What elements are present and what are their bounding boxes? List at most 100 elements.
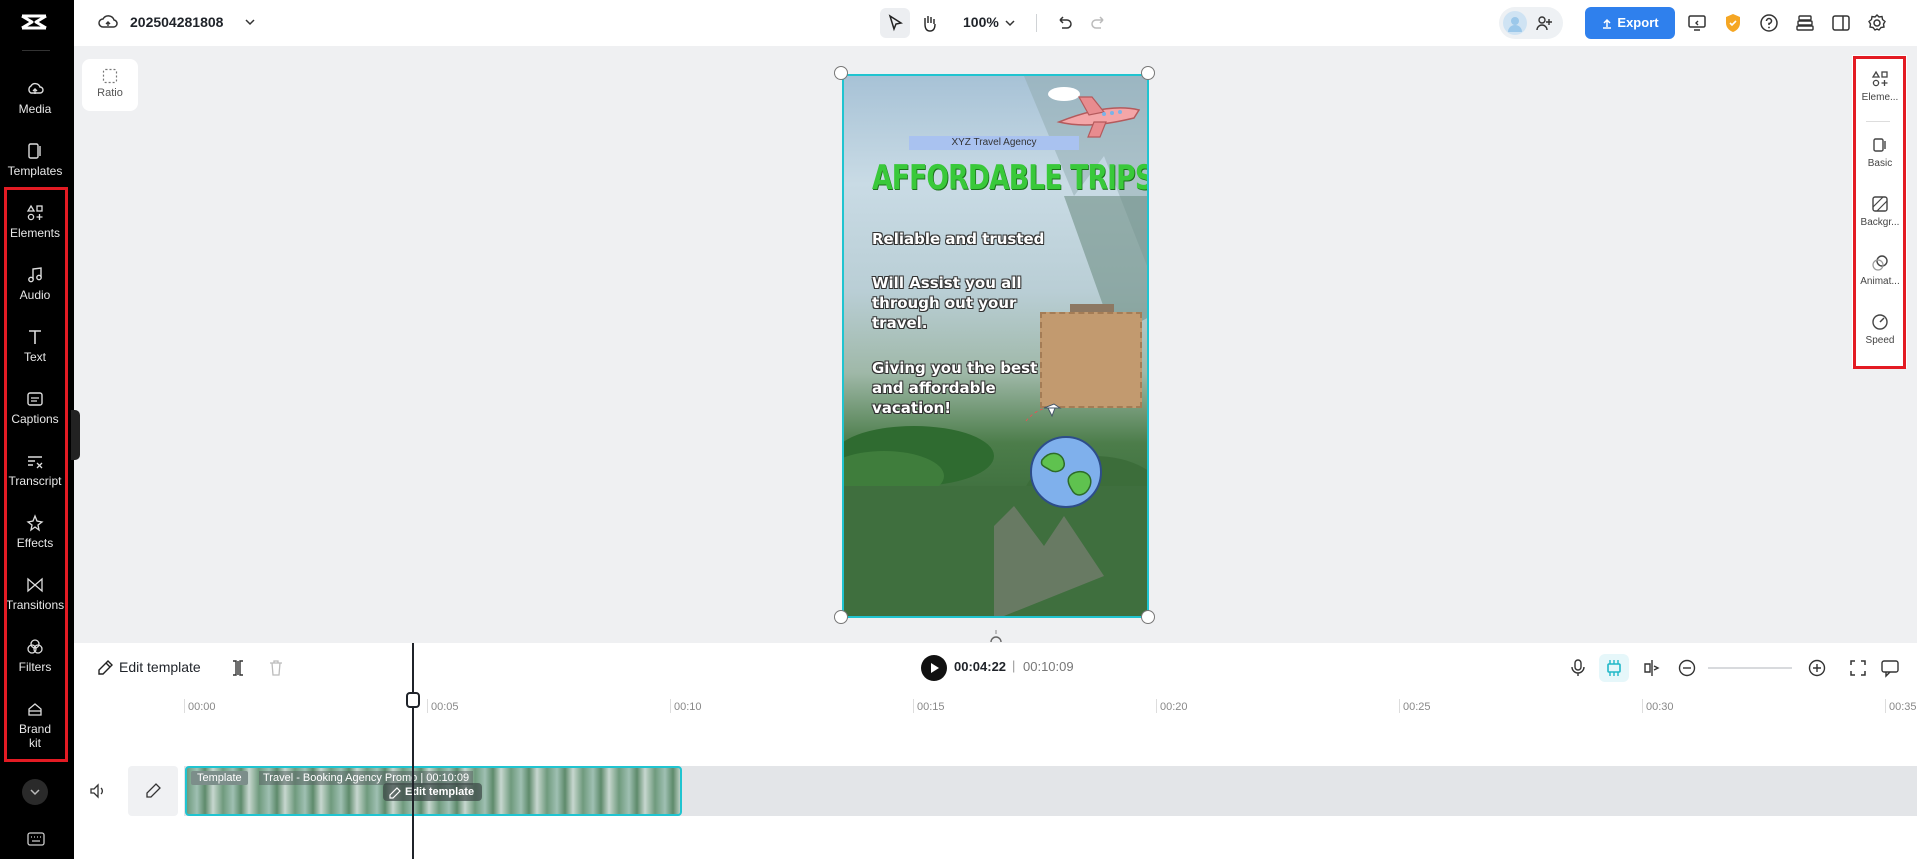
magnet-snap-button[interactable] <box>1599 654 1629 682</box>
settings-gear-icon[interactable] <box>1867 13 1887 33</box>
present-screen-icon[interactable] <box>1687 13 1707 33</box>
track-edit-button[interactable] <box>128 766 178 816</box>
shield-icon[interactable] <box>1723 12 1743 34</box>
rotate-handle-icon[interactable] <box>988 630 1004 644</box>
small-plane-sticker[interactable] <box>1024 396 1064 426</box>
ruler-label: 00:25 <box>1403 701 1431 713</box>
avatar[interactable] <box>1503 11 1527 35</box>
divider <box>22 50 50 51</box>
project-name[interactable]: 202504281808 <box>130 14 223 30</box>
template-clip[interactable]: Template Travel - Booking Agency Promo |… <box>185 766 682 816</box>
cloud-upload-icon <box>26 80 44 98</box>
cloud-save-icon[interactable] <box>98 13 118 31</box>
track-volume-icon[interactable] <box>88 782 106 800</box>
globe-sticker[interactable] <box>1028 434 1104 510</box>
timeline-zoom-slider[interactable] <box>1708 667 1792 669</box>
body-line-3[interactable]: Giving you the best and affordable vacat… <box>872 358 1037 418</box>
ruler-label: 00:10 <box>674 701 702 713</box>
collaborators-group[interactable] <box>1499 7 1563 39</box>
snap-icon <box>1607 660 1621 676</box>
zoom-level[interactable]: 100% <box>963 14 999 30</box>
divider <box>1036 14 1037 32</box>
split-icon[interactable] <box>230 658 246 678</box>
templates-icon <box>26 142 44 160</box>
ruler-tick <box>670 699 671 713</box>
ruler-tick <box>1642 699 1643 713</box>
keyboard-icon[interactable] <box>27 832 45 846</box>
export-button[interactable]: Export <box>1585 7 1675 39</box>
left-sidebar: Media Templates Elements Audio Text Capt… <box>0 0 74 859</box>
add-user-icon[interactable] <box>1535 14 1553 32</box>
zoom-in-icon[interactable] <box>1807 658 1827 678</box>
top-bar: 202504281808 100% Export <box>74 0 1917 46</box>
annotation-highlight-right <box>1853 56 1906 369</box>
ruler-tick <box>913 699 914 713</box>
redo-icon[interactable] <box>1089 13 1109 33</box>
resize-handle-top-right[interactable] <box>1141 66 1155 80</box>
total-duration: 00:10:09 <box>1023 659 1074 674</box>
clip-edit-label: Edit template <box>405 786 475 798</box>
feedback-icon[interactable] <box>1880 658 1900 678</box>
sidebar-item-media[interactable]: Media <box>0 80 70 116</box>
current-time: 00:04:22 <box>954 659 1007 674</box>
upload-icon <box>1601 18 1613 30</box>
cardboard-box-sticker[interactable] <box>1040 312 1142 408</box>
edit-template-button[interactable]: Edit template <box>119 659 201 675</box>
playhead-handle[interactable] <box>406 692 420 708</box>
ruler-tick <box>184 699 185 713</box>
body-line-1[interactable]: Reliable and trusted <box>872 230 1044 248</box>
edit-icon[interactable] <box>96 659 114 677</box>
undo-icon[interactable] <box>1054 13 1074 33</box>
ruler-label: 00:30 <box>1646 701 1674 713</box>
expand-more-button[interactable] <box>22 779 48 805</box>
resize-handle-top-left[interactable] <box>834 66 848 80</box>
body-line-2b: through out your <box>872 294 1017 312</box>
ruler-label: 00:00 <box>188 701 216 713</box>
pencil-icon <box>146 783 161 798</box>
headline-text[interactable]: AFFORDABLE TRIPS <box>872 158 1147 198</box>
microphone-icon[interactable] <box>1569 658 1587 678</box>
play-button[interactable] <box>921 655 947 681</box>
ruler-label: 00:35 <box>1889 701 1917 713</box>
ratio-icon <box>102 68 118 84</box>
ratio-button[interactable]: Ratio <box>82 59 138 111</box>
capcut-logo[interactable] <box>19 10 49 36</box>
hand-tool-button[interactable] <box>914 8 944 38</box>
timeline-panel: Edit template 00:04:22 | 00:10:09 00:00 … <box>74 643 1917 859</box>
agency-label[interactable]: XYZ Travel Agency <box>909 136 1079 150</box>
resize-handle-bottom-right[interactable] <box>1141 610 1155 624</box>
ruler-label: 00:05 <box>431 701 459 713</box>
zoom-chevron-down-icon[interactable] <box>1004 17 1016 29</box>
video-preview-canvas[interactable]: XYZ Travel Agency AFFORDABLE TRIPS Relia… <box>842 74 1149 618</box>
help-icon[interactable] <box>1759 13 1779 33</box>
sidebar-item-label: Templates <box>7 164 63 178</box>
body-line-3a: Giving you the best <box>872 359 1038 377</box>
play-icon <box>931 663 939 673</box>
body-line-2[interactable]: Will Assist you all through out your tra… <box>872 273 1022 333</box>
sidebar-resize-handle[interactable] <box>71 410 80 460</box>
ruler-tick <box>1399 699 1400 713</box>
layers-stack-icon[interactable] <box>1795 13 1815 33</box>
sidebar-item-templates[interactable]: Templates <box>0 142 70 178</box>
ruler-label: 00:15 <box>917 701 945 713</box>
edit-icon <box>389 787 401 799</box>
clip-edit-template-button[interactable]: Edit template <box>383 783 483 801</box>
ratio-label: Ratio <box>97 87 123 99</box>
delete-icon[interactable] <box>268 659 284 677</box>
fullscreen-icon[interactable] <box>1848 658 1868 678</box>
zoom-out-icon[interactable] <box>1677 658 1697 678</box>
airplane-sticker[interactable] <box>1044 82 1144 142</box>
body-line-2a: Will Assist you all <box>872 274 1022 292</box>
playhead[interactable] <box>406 643 420 859</box>
time-separator: | <box>1012 658 1016 673</box>
sidebar-item-label: Media <box>18 102 52 116</box>
panel-layout-icon[interactable] <box>1831 13 1851 33</box>
annotation-highlight-left <box>4 187 68 762</box>
body-line-2c: travel. <box>872 314 928 332</box>
split-screen-icon[interactable] <box>1642 658 1662 678</box>
body-line-3c: vacation! <box>872 399 952 417</box>
chevron-down-icon[interactable] <box>244 16 256 28</box>
select-tool-button[interactable] <box>880 8 910 38</box>
export-label: Export <box>1617 15 1659 30</box>
resize-handle-bottom-left[interactable] <box>834 610 848 624</box>
